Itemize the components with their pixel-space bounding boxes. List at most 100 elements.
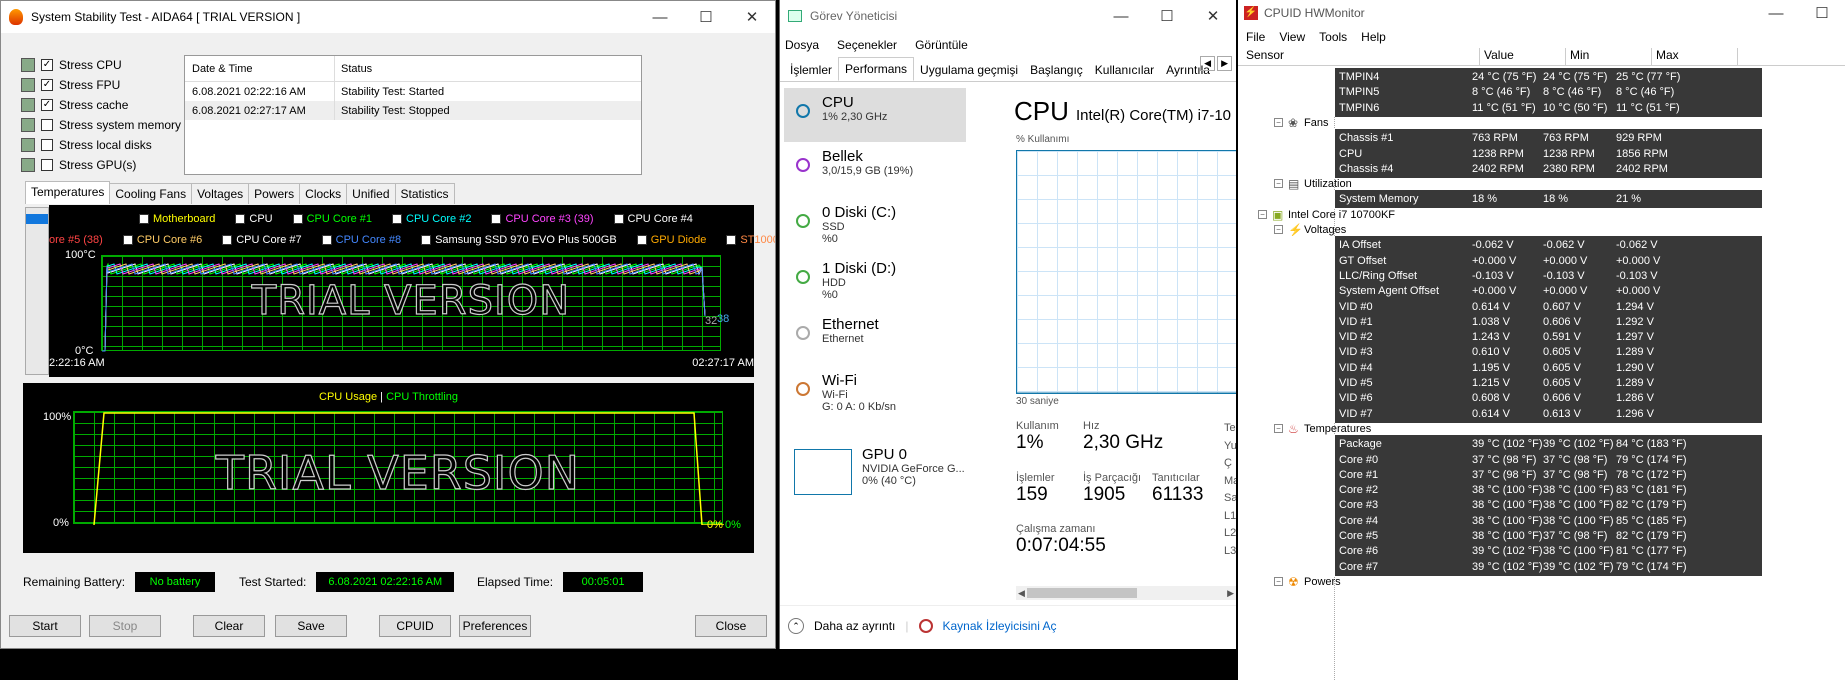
side-item[interactable]: 0 Diski (C:) SSD %0 <box>784 198 966 254</box>
col-min[interactable]: Min <box>1566 48 1652 65</box>
legend-item[interactable]: ✓ CPU Core #6 <box>122 234 212 246</box>
tm-titlebar[interactable]: Görev Yöneticisi — ☐ ✕ <box>780 0 1236 32</box>
legend-checkbox[interactable] <box>421 235 432 246</box>
legend-checkbox[interactable]: ✓ <box>122 235 133 246</box>
close-button[interactable]: Close <box>695 615 767 637</box>
scroll-right-icon[interactable]: ▶ <box>1225 588 1236 599</box>
tab-powers[interactable]: Powers <box>248 183 301 204</box>
stress-option[interactable]: ✓ Stress cache <box>21 95 181 115</box>
legend-item[interactable]: ✓ CPU Core #8 <box>321 234 411 246</box>
open-resource-monitor-link[interactable]: Kaynak İzleyicisini Aç <box>943 619 1057 633</box>
tm-tab[interactable]: İşlemler <box>784 59 838 81</box>
tm-maximize-button[interactable]: ☐ <box>1144 0 1190 32</box>
hw-menu-item[interactable]: Tools <box>1319 30 1347 44</box>
collapse-icon[interactable]: − <box>1274 576 1283 586</box>
stress-checkbox[interactable] <box>41 139 53 151</box>
menu-item[interactable]: Dosya <box>785 38 819 52</box>
tm-tab[interactable]: Performans <box>838 57 915 81</box>
hw-maximize-button[interactable]: ☐ <box>1799 0 1845 29</box>
scroll-left-icon[interactable]: ◀ <box>1016 588 1027 599</box>
side-item[interactable]: Ethernet Ethernet <box>784 310 966 366</box>
legend-item[interactable]: GPU Diode <box>636 234 717 246</box>
tab-cooling-fans[interactable]: Cooling Fans <box>109 183 193 204</box>
hw-menu-item[interactable]: Help <box>1361 30 1386 44</box>
collapse-icon[interactable]: − <box>1274 423 1283 433</box>
maximize-button[interactable]: ☐ <box>683 1 729 33</box>
legend-item[interactable]: Samsung SSD 970 EVO Plus 500GB <box>421 234 627 246</box>
legend-item[interactable]: ✓ CPU <box>235 213 282 225</box>
collapse-icon[interactable]: − <box>1274 179 1283 189</box>
tm-close-button[interactable]: ✕ <box>1190 0 1236 32</box>
stress-checkbox[interactable]: ✓ <box>41 99 53 111</box>
log-row[interactable]: 6.08.2021 02:27:17 AM Stability Test: Sto… <box>185 101 641 120</box>
legend-checkbox[interactable]: ✓ <box>613 214 624 225</box>
col-sensor[interactable]: Sensor <box>1238 48 1480 65</box>
legend-checkbox[interactable] <box>726 235 737 246</box>
tab-voltages[interactable]: Voltages <box>191 183 250 204</box>
hw-minimize-button[interactable]: — <box>1753 0 1799 29</box>
legend-item[interactable]: ✓ CPU Core #7 <box>222 234 311 246</box>
hw-titlebar[interactable]: ⚡ CPUID HWMonitor — ☐ <box>1238 0 1845 26</box>
scroll-thumb[interactable] <box>1026 588 1137 598</box>
legend-checkbox[interactable]: ✓ <box>292 214 303 225</box>
stress-option[interactable]: Stress local disks <box>21 135 181 155</box>
legend-item[interactable]: Motherboard <box>139 213 225 225</box>
legend-item[interactable]: ✓ CPU Core #1 <box>292 213 382 225</box>
legend-item[interactable]: ore #5 (38) <box>49 234 113 246</box>
stress-option[interactable]: ✓ Stress FPU <box>21 75 181 95</box>
tab-scroll-left-icon[interactable]: ◀ <box>1200 56 1216 71</box>
side-item[interactable]: 1 Diski (D:) HDD %0 <box>784 254 966 310</box>
legend-checkbox[interactable]: ✓ <box>491 214 502 225</box>
hw-menu-item[interactable]: File <box>1246 30 1265 44</box>
aida-titlebar[interactable]: System Stability Test - AIDA64 [ TRIAL V… <box>1 1 775 33</box>
tm-minimize-button[interactable]: — <box>1098 0 1144 32</box>
chevron-up-icon[interactable]: ⌃ <box>788 617 804 634</box>
tab-temperatures[interactable]: Temperatures <box>25 181 111 204</box>
legend-item[interactable]: ✓ CPU Core #2 <box>392 213 481 225</box>
chart-scrollbar[interactable] <box>25 207 49 375</box>
col-value[interactable]: Value <box>1480 48 1566 65</box>
side-item[interactable]: CPU 1% 2,30 GHz <box>784 88 966 142</box>
preferences-button[interactable]: Preferences <box>459 615 531 637</box>
minimize-button[interactable]: — <box>637 1 683 33</box>
menu-item[interactable]: Seçenekler <box>837 38 897 52</box>
stress-option[interactable]: Stress system memory <box>21 115 181 135</box>
legend-checkbox[interactable]: ✓ <box>235 214 246 225</box>
tab-statistics[interactable]: Statistics <box>394 183 455 204</box>
legend-item[interactable]: ✓ CPU Core #3 (39) <box>491 213 603 225</box>
stress-checkbox[interactable]: ✓ <box>41 59 53 71</box>
stress-option[interactable]: Stress GPU(s) <box>21 155 181 175</box>
horizontal-scrollbar[interactable]: ◀ ▶ <box>1016 586 1236 600</box>
collapse-icon[interactable]: − <box>1274 225 1283 234</box>
legend-checkbox[interactable] <box>139 214 149 225</box>
legend-checkbox[interactable]: ✓ <box>222 235 233 246</box>
cpuid-button[interactable]: CPUID <box>379 615 451 637</box>
tab-scroll-right-icon[interactable]: ▶ <box>1217 56 1232 71</box>
tm-tab[interactable]: Başlangıç <box>1024 59 1089 81</box>
stress-checkbox[interactable] <box>41 119 53 131</box>
stress-option[interactable]: ✓ Stress CPU <box>21 55 181 75</box>
legend-checkbox[interactable]: ✓ <box>392 214 403 225</box>
tm-tab[interactable]: Kullanıcılar <box>1089 59 1160 81</box>
fewer-details-link[interactable]: Daha az ayrıntı <box>814 619 895 633</box>
legend-checkbox[interactable]: ✓ <box>321 235 332 246</box>
collapse-icon[interactable]: − <box>1258 209 1267 219</box>
close-window-button[interactable]: ✕ <box>729 1 775 33</box>
tm-tab[interactable]: Uygulama geçmişi <box>914 59 1024 81</box>
side-item[interactable]: Wi-Fi Wi-Fi G: 0 A: 0 Kb/sn <box>784 366 966 426</box>
collapse-icon[interactable]: − <box>1274 117 1283 127</box>
save-button[interactable]: Save <box>275 615 347 637</box>
menu-item[interactable]: Görüntüle <box>915 38 968 52</box>
log-row[interactable]: 6.08.2021 02:22:16 AM Stability Test: Sta… <box>185 82 641 101</box>
start-button[interactable]: Start <box>9 615 81 637</box>
col-max[interactable]: Max <box>1652 48 1738 65</box>
side-item-gpu[interactable]: GPU 0 NVIDIA GeForce G... 0% (40 °C) <box>784 446 966 506</box>
hw-menu-item[interactable]: View <box>1279 30 1305 44</box>
legend-item[interactable]: ✓ CPU Core #4 <box>613 213 703 225</box>
stress-checkbox[interactable] <box>41 159 53 171</box>
legend-checkbox[interactable] <box>636 235 647 246</box>
clear-button[interactable]: Clear <box>193 615 265 637</box>
stop-button[interactable]: Stop <box>89 615 161 637</box>
tab-clocks[interactable]: Clocks <box>299 183 348 204</box>
stress-checkbox[interactable]: ✓ <box>41 79 53 91</box>
